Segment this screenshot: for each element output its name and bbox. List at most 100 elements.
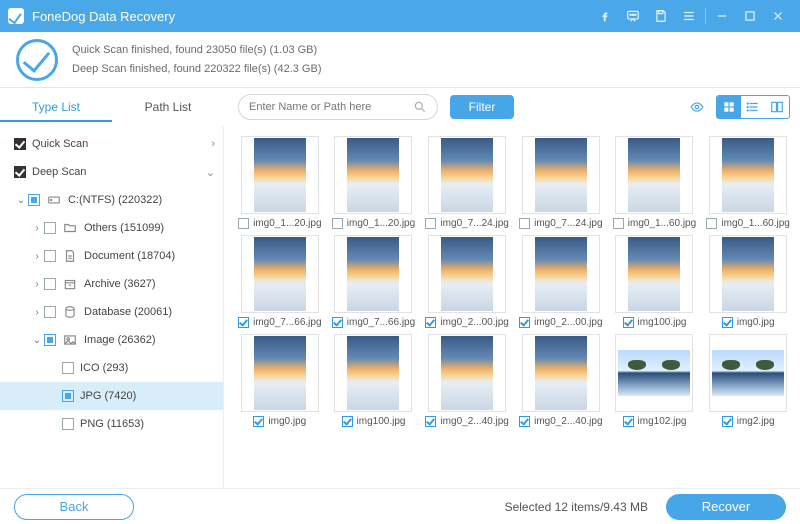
- thumbnail-image[interactable]: [428, 334, 506, 412]
- thumb-card[interactable]: img0.jpg: [236, 334, 324, 427]
- thumbnail-image[interactable]: [334, 334, 412, 412]
- back-button[interactable]: Back: [14, 494, 134, 520]
- thumb-card[interactable]: img0_1...60.jpg: [704, 136, 792, 229]
- thumbnail-image[interactable]: [709, 334, 787, 412]
- thumb-card[interactable]: img0_1...20.jpg: [236, 136, 324, 229]
- tree-png[interactable]: PNG (11653): [0, 410, 223, 438]
- tree-drive[interactable]: ⌄ C:(NTFS) (220322): [0, 186, 223, 214]
- checkbox-icon[interactable]: [44, 334, 56, 346]
- thumbnail-image[interactable]: [709, 136, 787, 214]
- checkbox-icon[interactable]: [519, 218, 530, 229]
- tree-deep-scan[interactable]: Deep Scan ⌄: [0, 158, 223, 186]
- checkbox-icon[interactable]: [238, 218, 249, 229]
- tree-quick-scan[interactable]: Quick Scan ›: [0, 130, 223, 158]
- checkbox-icon[interactable]: [623, 416, 634, 427]
- thumb-card[interactable]: img0_2...00.jpg: [423, 235, 511, 328]
- thumbnail-image[interactable]: [428, 235, 506, 313]
- checkbox-icon[interactable]: [519, 416, 530, 427]
- thumb-card[interactable]: img100.jpg: [611, 235, 699, 328]
- thumb-card[interactable]: img0_7...24.jpg: [423, 136, 511, 229]
- checkbox-icon[interactable]: [722, 416, 733, 427]
- checkbox-icon[interactable]: [722, 317, 733, 328]
- thumbnail-image[interactable]: [615, 136, 693, 214]
- thumb-card[interactable]: img0_7...66.jpg: [330, 235, 418, 328]
- thumb-card[interactable]: img102.jpg: [611, 334, 699, 427]
- chevron-right-icon[interactable]: ›: [30, 307, 44, 318]
- checkbox-icon[interactable]: [519, 317, 530, 328]
- chevron-right-icon[interactable]: ›: [30, 279, 44, 290]
- checkbox-icon[interactable]: [28, 194, 40, 206]
- thumb-card[interactable]: img2.jpg: [704, 334, 792, 427]
- recover-button[interactable]: Recover: [666, 494, 786, 520]
- checkbox-icon[interactable]: [623, 317, 634, 328]
- checkbox-icon[interactable]: [613, 218, 624, 229]
- tree-jpg[interactable]: JPG (7420): [0, 382, 223, 410]
- thumbnail-image[interactable]: [709, 235, 787, 313]
- tree-database[interactable]: › Database (20061): [0, 298, 223, 326]
- checkbox-icon[interactable]: [44, 278, 56, 290]
- checkbox-icon[interactable]: [44, 222, 56, 234]
- checkbox-icon[interactable]: [332, 218, 343, 229]
- view-detail-icon[interactable]: [765, 96, 789, 118]
- checkbox-icon[interactable]: [62, 390, 74, 402]
- maximize-icon[interactable]: [736, 2, 764, 30]
- checkbox-icon[interactable]: [342, 416, 353, 427]
- tree-ico[interactable]: ICO (293): [0, 354, 223, 382]
- view-list-icon[interactable]: [741, 96, 765, 118]
- thumb-card[interactable]: img0_7...66.jpg: [236, 235, 324, 328]
- close-icon[interactable]: [764, 2, 792, 30]
- chevron-right-icon[interactable]: ›: [211, 138, 215, 150]
- thumbnail-image[interactable]: [522, 235, 600, 313]
- thumb-card[interactable]: img0_2...40.jpg: [423, 334, 511, 427]
- checkbox-icon[interactable]: [62, 362, 74, 374]
- checkbox-icon[interactable]: [62, 418, 74, 430]
- thumb-card[interactable]: img0_2...40.jpg: [517, 334, 605, 427]
- filter-button[interactable]: Filter: [450, 95, 514, 119]
- checkbox-icon[interactable]: [14, 138, 26, 150]
- checkbox-icon[interactable]: [14, 166, 26, 178]
- view-grid-icon[interactable]: [717, 96, 741, 118]
- facebook-icon[interactable]: [591, 2, 619, 30]
- checkbox-icon[interactable]: [44, 306, 56, 318]
- menu-icon[interactable]: [675, 2, 703, 30]
- checkbox-icon[interactable]: [238, 317, 249, 328]
- thumb-card[interactable]: img0_7...24.jpg: [517, 136, 605, 229]
- chevron-down-icon[interactable]: ⌄: [14, 195, 28, 206]
- chevron-down-icon[interactable]: ⌄: [206, 166, 215, 179]
- thumbnail-image[interactable]: [334, 136, 412, 214]
- chevron-right-icon[interactable]: ›: [30, 251, 44, 262]
- thumbnail-grid-wrap[interactable]: img0_1...20.jpgimg0_1...20.jpgimg0_7...2…: [224, 126, 800, 488]
- thumbnail-image[interactable]: [615, 235, 693, 313]
- thumbnail-image[interactable]: [615, 334, 693, 412]
- checkbox-icon[interactable]: [332, 317, 343, 328]
- save-icon[interactable]: [647, 2, 675, 30]
- thumbnail-image[interactable]: [241, 334, 319, 412]
- thumb-card[interactable]: img0_1...20.jpg: [330, 136, 418, 229]
- tab-path-list[interactable]: Path List: [112, 92, 224, 122]
- checkbox-icon[interactable]: [425, 317, 436, 328]
- checkbox-icon[interactable]: [425, 218, 436, 229]
- preview-icon[interactable]: [684, 100, 710, 114]
- chevron-down-icon[interactable]: ⌄: [30, 335, 44, 346]
- chevron-right-icon[interactable]: ›: [30, 223, 44, 234]
- thumbnail-image[interactable]: [522, 334, 600, 412]
- search-box[interactable]: [238, 94, 438, 120]
- tree-document[interactable]: › Document (18704): [0, 242, 223, 270]
- thumbnail-image[interactable]: [241, 136, 319, 214]
- search-input[interactable]: [249, 101, 413, 113]
- tree-image[interactable]: ⌄ Image (26362): [0, 326, 223, 354]
- thumbnail-image[interactable]: [428, 136, 506, 214]
- tree-archive[interactable]: › Archive (3627): [0, 270, 223, 298]
- thumb-card[interactable]: img0_2...00.jpg: [517, 235, 605, 328]
- tree-others[interactable]: › Others (151099): [0, 214, 223, 242]
- checkbox-icon[interactable]: [44, 250, 56, 262]
- thumbnail-image[interactable]: [522, 136, 600, 214]
- minimize-icon[interactable]: [708, 2, 736, 30]
- checkbox-icon[interactable]: [253, 416, 264, 427]
- thumb-card[interactable]: img0.jpg: [704, 235, 792, 328]
- thumb-card[interactable]: img100.jpg: [330, 334, 418, 427]
- checkbox-icon[interactable]: [706, 218, 717, 229]
- checkbox-icon[interactable]: [425, 416, 436, 427]
- feedback-icon[interactable]: [619, 2, 647, 30]
- thumbnail-image[interactable]: [241, 235, 319, 313]
